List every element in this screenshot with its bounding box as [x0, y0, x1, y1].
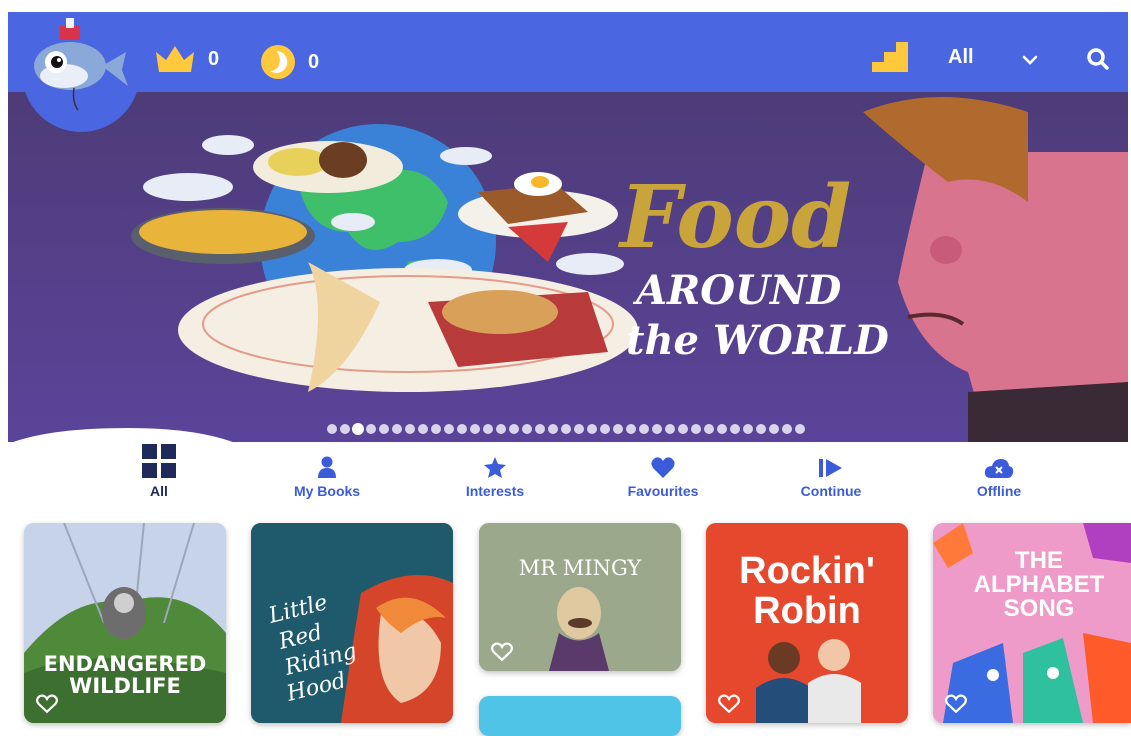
carousel-dot[interactable]: [651, 424, 662, 434]
carousel-dot[interactable]: [794, 424, 805, 434]
carousel-dot[interactable]: [729, 424, 740, 434]
heart-icon: [651, 457, 675, 478]
tab-favourites-label: Favourites: [627, 483, 699, 499]
food-around-the-world-illustration: Food AROUND the WORLD: [8, 92, 1128, 442]
play-icon: [819, 459, 842, 477]
carousel-dot[interactable]: [521, 424, 532, 434]
book-title-line: SONG: [1004, 595, 1075, 622]
carousel-dot[interactable]: [430, 424, 441, 434]
carousel-dot[interactable]: [365, 424, 376, 434]
star-icon: [484, 457, 506, 478]
book-title-line: ENDANGERED: [44, 652, 207, 676]
carousel-dot[interactable]: [781, 424, 792, 434]
carousel-dot[interactable]: [352, 424, 363, 434]
carousel-dot[interactable]: [768, 424, 779, 434]
tab-continue-label: Continue: [800, 483, 862, 499]
category-tabs: All My Books Interests Favourites Contin…: [0, 442, 1131, 512]
banner-title-the-world: the WORLD: [626, 317, 889, 364]
tab-my-books-label: My Books: [293, 483, 361, 499]
book-card-mr-mingy[interactable]: MR MINGY: [479, 523, 681, 671]
grid-icon: [142, 444, 176, 478]
levels-button[interactable]: [870, 40, 910, 74]
carousel-dot[interactable]: [378, 424, 389, 434]
filter-dropdown[interactable]: All: [948, 46, 1038, 69]
book-card-rockin-robin[interactable]: Rockin' Robin: [706, 523, 908, 723]
book-card-endangered-wildlife[interactable]: ENDANGERED WILDLIFE: [24, 523, 226, 723]
carousel-dot[interactable]: [560, 424, 571, 434]
carousel-dot[interactable]: [677, 424, 688, 434]
book-title-line: MR MINGY: [519, 556, 643, 580]
carousel-dot[interactable]: [599, 424, 610, 434]
favourite-heart-icon[interactable]: [491, 641, 513, 663]
tab-all-label: All: [150, 483, 168, 499]
person-icon: [318, 456, 336, 478]
featured-banner[interactable]: Food AROUND the WORLD: [8, 92, 1128, 442]
carousel-indicator: [0, 424, 1131, 434]
carousel-dot[interactable]: [612, 424, 623, 434]
carousel-dot[interactable]: [703, 424, 714, 434]
book-title-line: ALPHABET: [974, 571, 1105, 598]
carousel-dot[interactable]: [664, 424, 675, 434]
book-title-line: Robin: [753, 590, 861, 632]
carousel-dot[interactable]: [482, 424, 493, 434]
book-cover-little-red-riding-hood: Little Red Riding Hood: [251, 523, 453, 723]
tab-offline-label: Offline: [976, 483, 1022, 499]
tab-interests-label: Interests: [465, 483, 525, 499]
search-icon: [1087, 48, 1109, 70]
tab-interests[interactable]: Interests: [425, 442, 565, 499]
tab-continue[interactable]: Continue: [761, 442, 901, 499]
book-card-alphabet-song[interactable]: THE ALPHABET SONG: [933, 523, 1131, 723]
tab-my-books[interactable]: My Books: [257, 442, 397, 499]
carousel-dot[interactable]: [326, 424, 337, 434]
banner-title-around: AROUND: [632, 267, 842, 314]
carousel-dot[interactable]: [456, 424, 467, 434]
carousel-dot[interactable]: [339, 424, 350, 434]
carousel-dot[interactable]: [443, 424, 454, 434]
crown-counter[interactable]: 0: [154, 44, 219, 74]
carousel-dot[interactable]: [495, 424, 506, 434]
favourite-heart-icon[interactable]: [945, 693, 967, 715]
tab-offline[interactable]: Offline: [929, 442, 1069, 499]
carousel-dot[interactable]: [638, 424, 649, 434]
carousel-dot[interactable]: [469, 424, 480, 434]
carousel-dot[interactable]: [573, 424, 584, 434]
carousel-dot[interactable]: [716, 424, 727, 434]
search-button[interactable]: [1086, 47, 1110, 71]
favourite-heart-icon[interactable]: [36, 693, 58, 715]
carousel-dot[interactable]: [625, 424, 636, 434]
carousel-dot[interactable]: [391, 424, 402, 434]
book-card-partial[interactable]: [479, 696, 681, 736]
crown-icon: [156, 46, 194, 72]
shark-avatar-icon: [34, 18, 128, 111]
book-title-line: THE: [1015, 547, 1063, 574]
chevron-down-icon: [1022, 55, 1037, 65]
book-card-little-red-riding-hood[interactable]: Little Red Riding Hood: [251, 523, 453, 723]
book-title-line: Rockin': [739, 550, 875, 592]
coin-count: 0: [308, 50, 320, 73]
carousel-dot[interactable]: [508, 424, 519, 434]
avatar[interactable]: [22, 14, 140, 132]
tab-all[interactable]: All: [89, 442, 229, 499]
levels-icon: [872, 42, 908, 72]
filter-label: All: [948, 46, 974, 68]
carousel-dot[interactable]: [690, 424, 701, 434]
cloud-icon: [984, 459, 1014, 478]
carousel-dot[interactable]: [742, 424, 753, 434]
carousel-dot[interactable]: [586, 424, 597, 434]
carousel-dot[interactable]: [417, 424, 428, 434]
carousel-dot[interactable]: [547, 424, 558, 434]
crown-count: 0: [208, 47, 220, 70]
carousel-dot[interactable]: [534, 424, 545, 434]
carousel-dot[interactable]: [404, 424, 415, 434]
carousel-dot[interactable]: [755, 424, 766, 434]
coin-icon: [261, 45, 295, 79]
coin-counter[interactable]: 0: [260, 44, 319, 80]
book-title-line: WILDLIFE: [69, 674, 181, 698]
tab-favourites[interactable]: Favourites: [593, 442, 733, 499]
banner-title-food: Food: [617, 167, 851, 268]
favourite-heart-icon[interactable]: [718, 693, 740, 715]
